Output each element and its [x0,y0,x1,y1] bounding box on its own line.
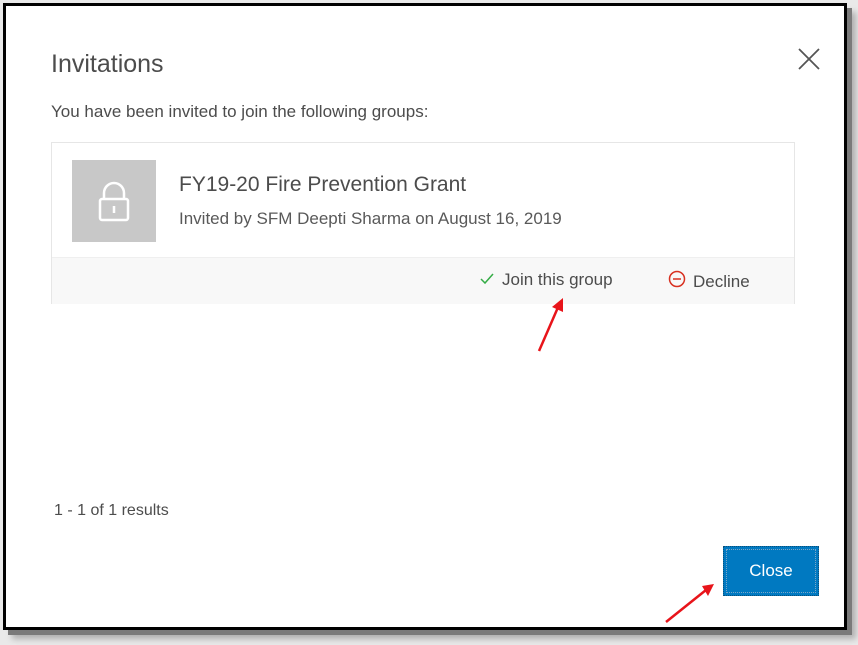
close-button[interactable]: Close [723,546,819,596]
card-actions: Join this group Decline [52,257,794,304]
group-name[interactable]: FY19-20 Fire Prevention Grant [179,173,466,197]
dialog-subtitle: You have been invited to join the follow… [51,102,429,121]
checkmark-icon [479,270,495,290]
minus-circle-icon [668,270,686,293]
invited-by-text: Invited by SFM Deepti Sharma on August 1… [179,209,562,228]
dialog-title: Invitations [51,50,164,78]
group-thumbnail [72,160,156,242]
annotation-arrow-join [537,298,563,352]
lock-icon [98,181,130,222]
invitations-dialog: Invitations You have been invited to joi… [3,3,847,630]
results-count: 1 - 1 of 1 results [54,502,169,519]
annotation-arrow-close [665,584,714,623]
close-x-icon[interactable] [794,44,824,74]
invitation-card: FY19-20 Fire Prevention Grant Invited by… [51,142,795,304]
screenshot-frame: Invitations You have been invited to joi… [0,0,858,645]
decline-label: Decline [693,271,750,291]
join-group-button[interactable]: Join this group [479,270,613,290]
join-group-label: Join this group [502,270,613,289]
decline-button[interactable]: Decline [668,270,750,293]
